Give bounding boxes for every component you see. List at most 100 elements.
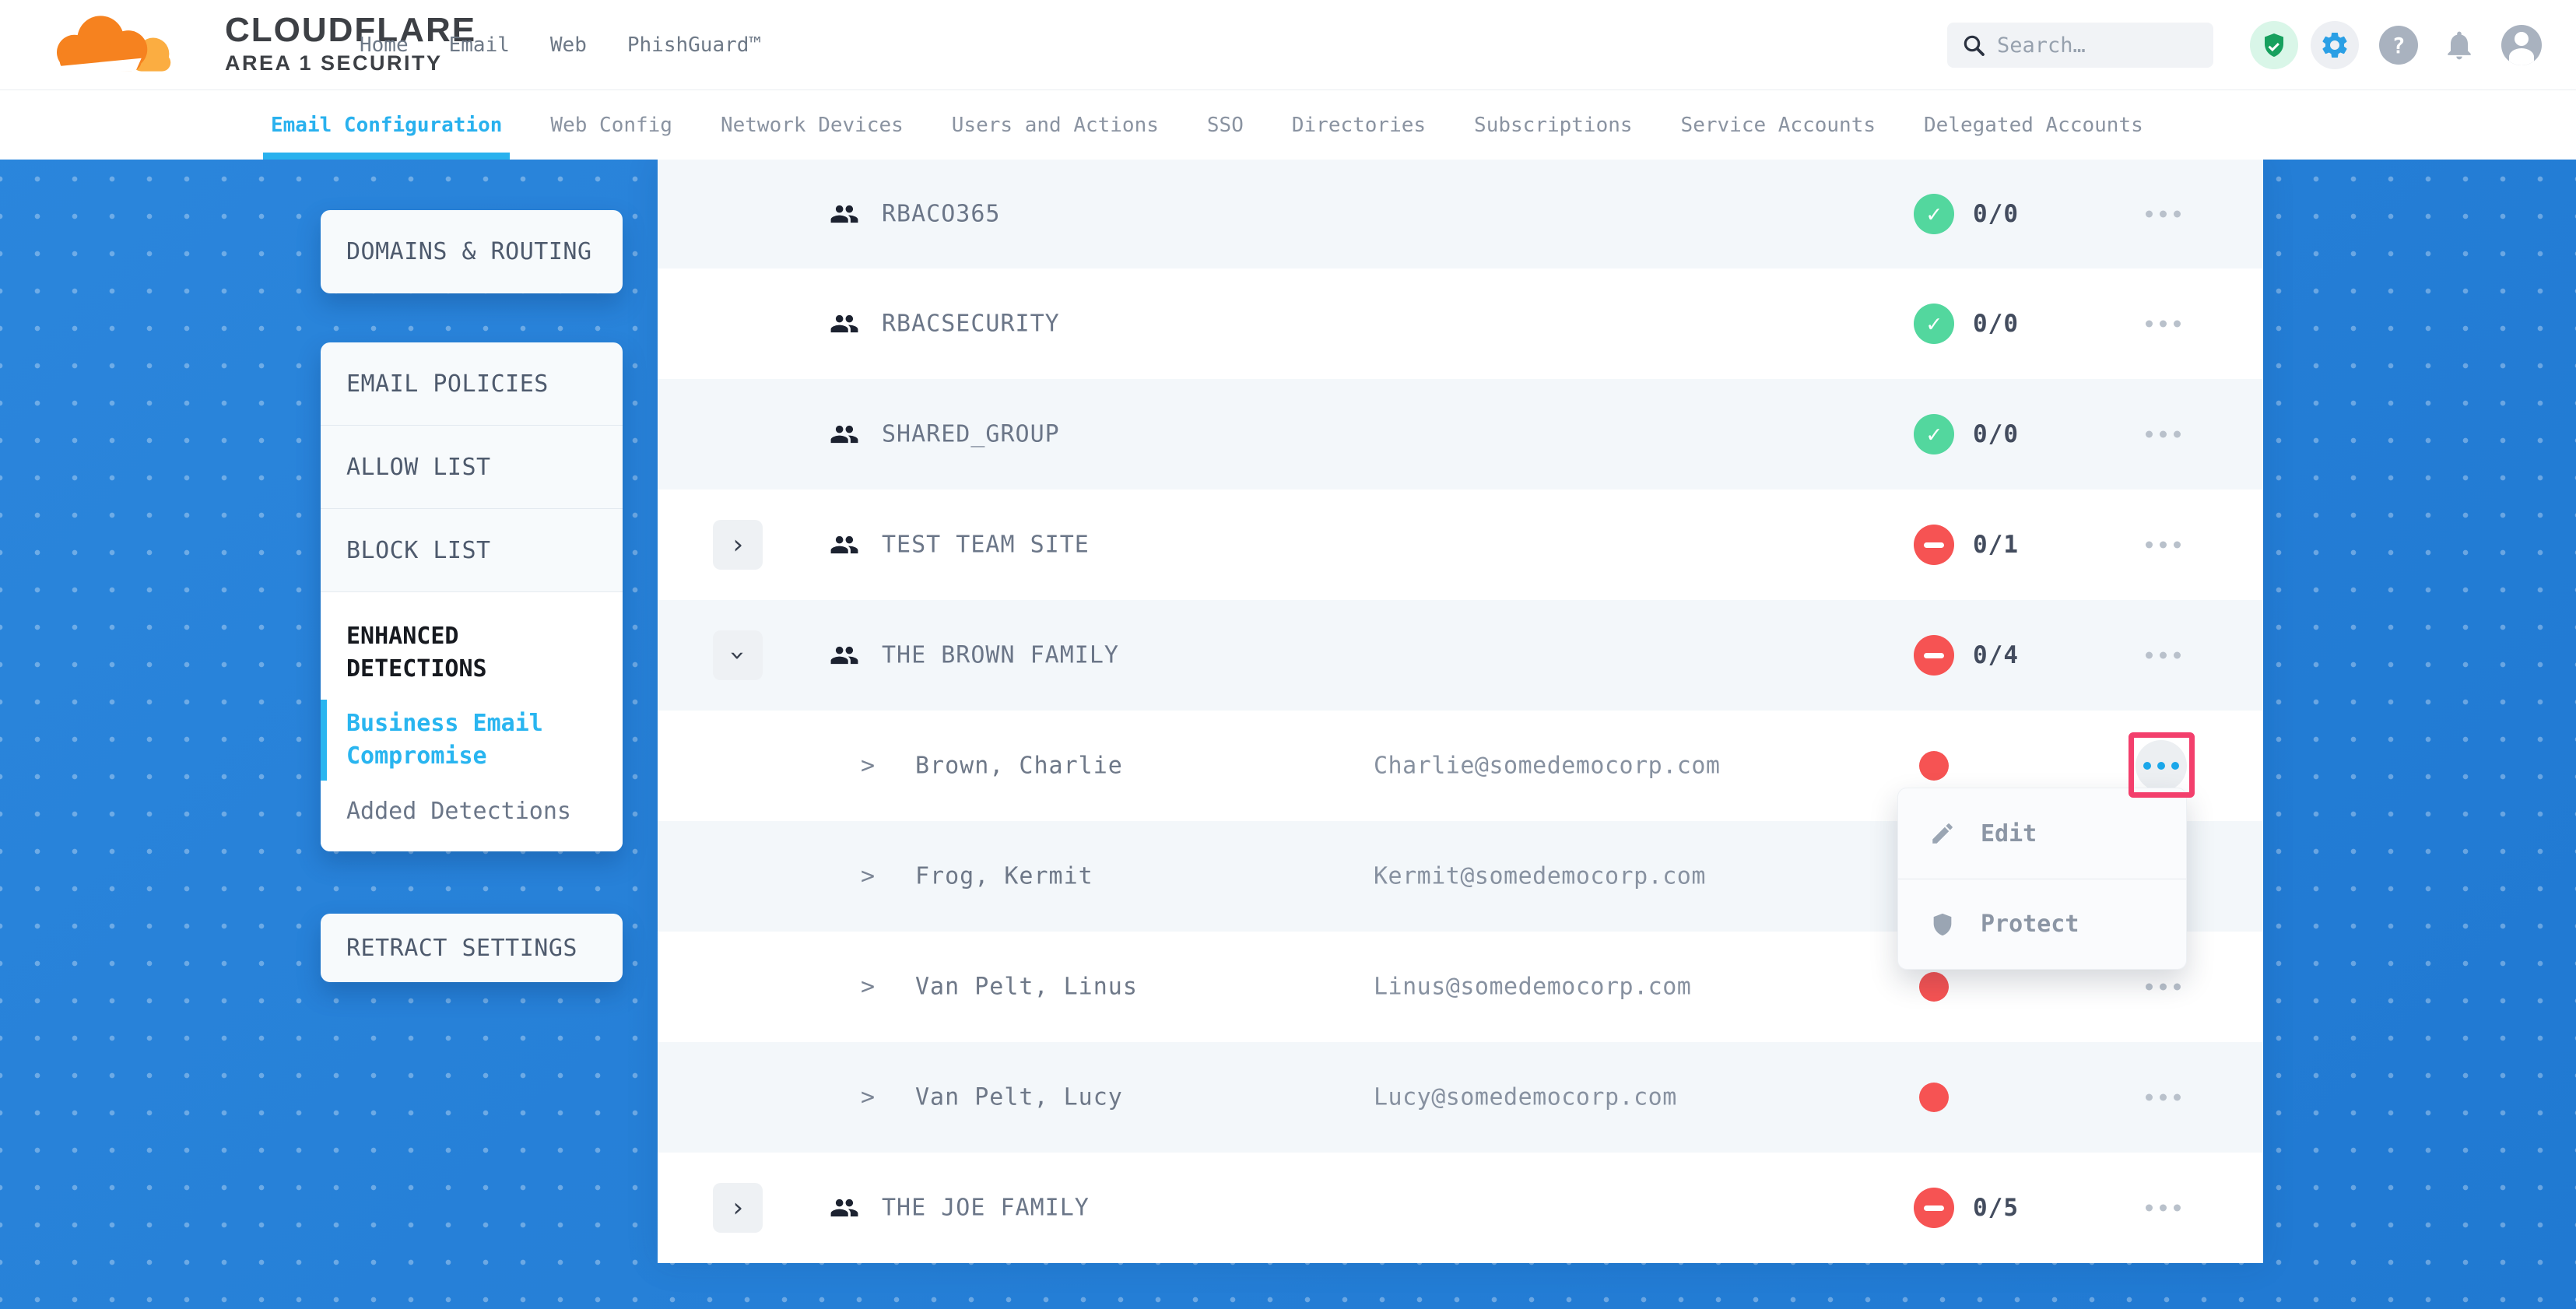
group-name: TEST TEAM SITE [882,532,1090,559]
help-button[interactable]: ? [2379,26,2418,65]
row-actions-button[interactable] [2138,976,2188,998]
sidebar-card-retract-settings[interactable]: RETRACT SETTINGS [321,914,623,982]
row-actions-button[interactable] [2138,1086,2188,1109]
group-icon [830,309,859,339]
groups-table: RBACO365 ✓ 0/0 RBACSECURITY ✓ 0/0 SHARED… [658,160,2263,1263]
gear-icon [2319,30,2350,61]
bell-icon [2442,28,2476,62]
group-name: RBACO365 [882,201,1001,228]
row-actions-button[interactable] [2138,644,2188,667]
row-actions-button[interactable] [2138,534,2188,556]
status-badge-protected: ✓ [1914,194,1954,234]
settings-button[interactable] [2311,21,2359,69]
search-input[interactable] [1997,33,2192,58]
row-actions-menu: Edit Protect [1897,788,2187,970]
nav-phishguard[interactable]: PhishGuard™ [627,33,761,57]
protection-count: 0/0 [1973,200,2019,228]
nav-email[interactable]: Email [449,33,510,57]
group-icon [830,530,859,560]
search-icon [1961,33,1986,58]
protection-count: 0/5 [1973,1194,2019,1222]
status-badge-protected: ✓ [1914,304,1954,344]
check-icon: ✓ [1927,201,1941,228]
sidebar-item-allow-list[interactable]: ALLOW LIST [321,426,623,509]
sidebar-item-added-detections[interactable]: Added Detections [321,798,623,825]
tab-directories[interactable]: Directories [1292,90,1426,160]
tab-delegated-accounts[interactable]: Delegated Accounts [1924,90,2143,160]
shield-check-icon [2260,31,2288,59]
member-name: Van Pelt, Linus [915,974,1138,1001]
sidebar-item-domains-routing: DOMAINS & ROUTING [346,238,592,265]
tab-sso[interactable]: SSO [1207,90,1244,160]
member-marker: > [861,974,875,1001]
top-navigation: Home Email Web PhishGuard™ [360,0,761,90]
member-marker: > [861,753,875,780]
shield-icon [1929,911,1956,938]
status-dot-unprotected [1919,751,1949,781]
section-tabbar: Email Configuration Web Config Network D… [0,90,2576,160]
tab-email-configuration[interactable]: Email Configuration [271,90,502,160]
status-dot-unprotected [1919,972,1949,1002]
group-icon [830,640,859,670]
sidebar-item-block-list[interactable]: BLOCK LIST [321,509,623,592]
sidebar-item-business-email-compromise[interactable]: Business Email Compromise [321,700,623,781]
protection-count: 0/4 [1973,641,2019,669]
chevron-down-icon: › [725,647,751,663]
member-email: Charlie@somedemocorp.com [1374,753,1720,780]
status-badge-unprotected [1914,635,1954,676]
notifications-button[interactable] [2442,28,2476,62]
sidebar-card-domains-routing[interactable]: DOMAINS & ROUTING [321,210,623,293]
account-button[interactable] [2501,25,2542,65]
expand-group-button[interactable]: › [713,1183,763,1233]
group-name: RBACSECURITY [882,311,1060,338]
row-actions-button[interactable] [2138,313,2188,335]
group-name: SHARED_GROUP [882,421,1060,448]
member-marker: > [861,1084,875,1111]
nav-web[interactable]: Web [550,33,587,57]
nav-home[interactable]: Home [360,33,409,57]
member-name: Frog, Kermit [915,863,1093,890]
group-icon [830,419,859,449]
group-icon [830,199,859,229]
row-actions-button[interactable] [2138,423,2188,446]
sidebar-section-enhanced-detections: ENHANCED DETECTIONS Business Email Compr… [321,592,623,851]
row-actions-button[interactable] [2138,1197,2188,1220]
group-name: THE BROWN FAMILY [882,642,1119,669]
table-row: RBACO365 ✓ 0/0 [658,160,2263,268]
tab-service-accounts[interactable]: Service Accounts [1681,90,1876,160]
tab-subscriptions[interactable]: Subscriptions [1474,90,1633,160]
sidebar-item-retract-settings: RETRACT SETTINGS [346,935,577,962]
search-box[interactable] [1947,23,2213,68]
table-row: SHARED_GROUP ✓ 0/0 [658,379,2263,490]
collapse-group-button[interactable]: › [713,630,763,680]
row-actions-button[interactable] [2138,203,2188,226]
check-icon: ✓ [1927,421,1941,448]
sidebar-card-email-policies: EMAIL POLICIES ALLOW LIST BLOCK LIST ENH… [321,342,623,851]
menu-item-protect[interactable]: Protect [1898,879,2186,969]
row-actions-button-active[interactable] [2136,740,2187,791]
pencil-icon [1929,820,1956,847]
sidebar-item-enhanced-detections[interactable]: ENHANCED DETECTIONS [321,620,601,686]
chevron-right-icon: › [730,1195,746,1221]
member-email: Kermit@somedemocorp.com [1374,863,1706,890]
status-badge-unprotected [1914,525,1954,565]
member-email: Lucy@somedemocorp.com [1374,1084,1677,1111]
app-header: CLOUDFLARE AREA 1 SECURITY Home Email We… [0,0,2576,90]
member-marker: > [861,863,875,890]
tab-users-and-actions[interactable]: Users and Actions [952,90,1159,160]
tab-web-config[interactable]: Web Config [550,90,672,160]
protection-count: 0/1 [1973,531,2019,559]
tab-network-devices[interactable]: Network Devices [721,90,904,160]
table-row: > Van Pelt, Lucy Lucy@somedemocorp.com [658,1042,2263,1153]
table-row: RBACSECURITY ✓ 0/0 [658,268,2263,379]
sidebar-item-email-policies[interactable]: EMAIL POLICIES [321,342,623,426]
minus-icon [1924,653,1944,658]
table-row: › THE BROWN FAMILY 0/4 [658,600,2263,711]
avatar [2501,25,2542,65]
expand-group-button[interactable]: › [713,520,763,570]
question-icon: ? [2379,26,2418,65]
security-status-button[interactable] [2250,21,2298,69]
minus-icon [1924,542,1944,548]
check-icon: ✓ [1927,311,1941,338]
menu-item-edit[interactable]: Edit [1898,788,2186,879]
